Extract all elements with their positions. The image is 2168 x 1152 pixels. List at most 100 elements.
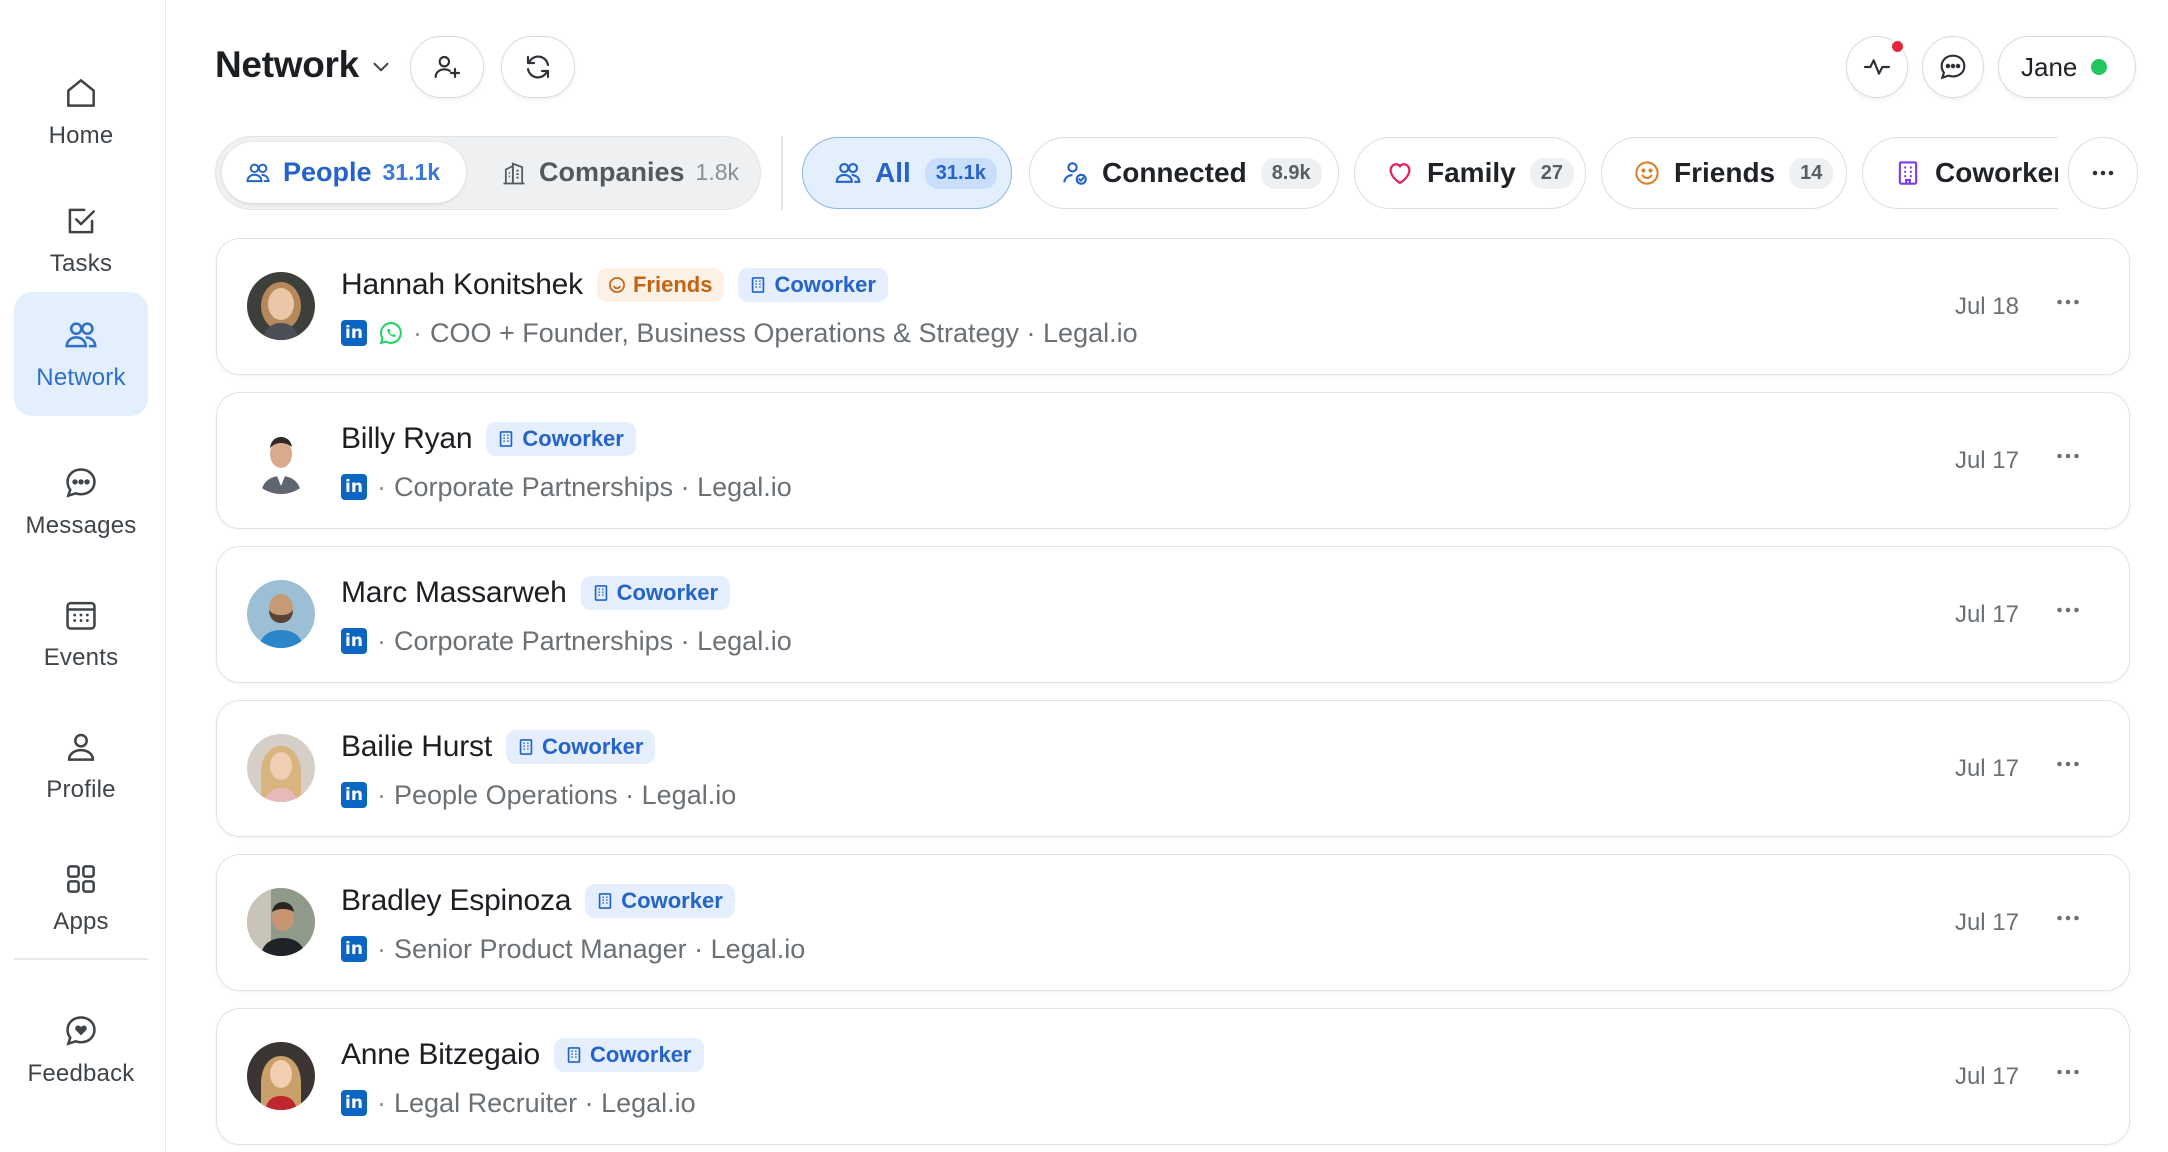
filter-chip-family[interactable]: Family 27 <box>1354 137 1586 209</box>
separator: · <box>413 317 422 348</box>
refresh-icon <box>526 55 550 79</box>
sidebar-item-home[interactable]: Home <box>14 50 148 174</box>
tag-coworker[interactable]: Coworker <box>738 268 888 302</box>
tag-label: Coworker <box>541 734 644 759</box>
people-icon <box>246 163 270 182</box>
avatar[interactable] <box>247 272 315 340</box>
tag-coworker[interactable]: Coworker <box>580 576 731 610</box>
separator: · <box>377 1087 386 1118</box>
contact-subtitle: Senior Product Manager · Legal.io <box>394 933 806 964</box>
contact-date: Jul 17 <box>1954 909 2019 936</box>
tag-friends[interactable]: Friends <box>596 268 725 302</box>
entity-type-toggle: People 31.1k Companies 1.8k <box>215 136 761 210</box>
linkedin-icon[interactable]: in <box>341 782 367 808</box>
more-horizontal-icon[interactable] <box>2051 285 2085 319</box>
filter-chip-friends[interactable]: Friends 14 <box>1601 137 1847 209</box>
sidebar-item-apps[interactable]: Apps <box>14 836 148 960</box>
tag-coworker[interactable]: Coworker <box>486 422 636 456</box>
home-icon <box>67 79 95 107</box>
filter-chip-connected[interactable]: Connected 8.9k <box>1029 137 1339 209</box>
activity-button[interactable] <box>1846 36 1908 98</box>
linkedin-icon[interactable]: in <box>341 1090 367 1116</box>
avatar[interactable] <box>247 734 315 802</box>
tag-coworker[interactable]: Coworker <box>505 730 656 764</box>
office-building-icon <box>599 893 612 909</box>
table-row[interactable]: Marc Massarweh Coworker in · Corporate P… <box>216 546 2130 683</box>
sidebar-item-profile[interactable]: Profile <box>14 704 148 828</box>
contact-name[interactable]: Hannah Konitshek <box>341 268 583 302</box>
office-building-icon <box>500 431 513 447</box>
sidebar-divider <box>14 958 148 960</box>
sidebar-item-messages[interactable]: Messages <box>14 440 148 564</box>
chevron-down-icon[interactable] <box>368 54 394 80</box>
table-row[interactable]: Anne Bitzegaio Coworker in · Legal Recru… <box>216 1008 2130 1145</box>
page-title[interactable]: Network <box>215 44 359 86</box>
avatar[interactable] <box>247 580 315 648</box>
more-horizontal-icon <box>2092 170 2114 176</box>
tag-label: Coworker <box>522 426 624 451</box>
filter-chip-all[interactable]: All 31.1k <box>802 137 1012 209</box>
filter-label: Friends <box>1674 157 1776 188</box>
filter-label: All <box>875 157 911 188</box>
add-person-button[interactable] <box>410 36 484 98</box>
segment-count: 1.8k <box>695 159 740 185</box>
sidebar-item-label: Tasks <box>49 250 113 277</box>
user-name: Jane <box>2021 51 2078 82</box>
filter-chip-coworker[interactable]: Coworker <box>1862 137 2058 209</box>
filter-count: 8.9k <box>1260 157 1322 189</box>
sidebar-item-label: Events <box>43 644 119 671</box>
tag-label: Coworker <box>590 1042 692 1067</box>
table-row[interactable]: Billy Ryan Coworker in · Corporate Partn… <box>216 392 2130 529</box>
calendar-icon <box>66 601 96 630</box>
sidebar-item-tasks[interactable]: Tasks <box>14 178 148 302</box>
avatar[interactable] <box>247 426 315 494</box>
tag-coworker[interactable]: Coworker <box>554 1038 704 1072</box>
more-horizontal-icon[interactable] <box>2051 1055 2085 1089</box>
linkedin-icon[interactable]: in <box>341 474 367 500</box>
online-status-dot <box>2091 59 2108 75</box>
office-building-icon <box>1898 161 1918 185</box>
apps-icon <box>67 865 95 893</box>
filter-count: 31.1k <box>924 157 997 189</box>
chat-button[interactable] <box>1922 36 1984 98</box>
contact-name[interactable]: Billy Ryan <box>341 422 473 456</box>
sidebar-item-network[interactable]: Network <box>14 292 148 416</box>
office-building-icon <box>519 739 533 755</box>
linkedin-icon[interactable]: in <box>341 320 367 346</box>
add-person-icon <box>434 55 461 79</box>
contact-name[interactable]: Anne Bitzegaio <box>341 1038 540 1072</box>
sidebar-item-events[interactable]: Events <box>14 572 148 696</box>
more-horizontal-icon[interactable] <box>2051 747 2085 781</box>
segment-companies[interactable]: Companies 1.8k <box>478 142 761 203</box>
refresh-button[interactable] <box>501 36 575 98</box>
more-horizontal-icon[interactable] <box>2051 593 2085 627</box>
notification-dot <box>1890 39 1905 54</box>
more-filters-button[interactable] <box>2068 137 2138 209</box>
contact-name[interactable]: Bradley Espinoza <box>341 884 571 918</box>
avatar[interactable] <box>247 888 315 956</box>
sidebar: Home Tasks Network Messages Events Profi… <box>0 0 166 1152</box>
sidebar-item-feedback[interactable]: Feedback <box>14 988 148 1112</box>
office-building-icon <box>567 1047 581 1063</box>
office-building-icon <box>752 277 765 293</box>
linkedin-icon[interactable]: in <box>341 936 367 962</box>
tag-coworker[interactable]: Coworker <box>585 884 735 918</box>
table-row[interactable]: Hannah Konitshek Friends Coworker in · C… <box>216 238 2130 375</box>
segment-people[interactable]: People 31.1k <box>222 142 466 203</box>
separator: · <box>377 625 386 656</box>
table-row[interactable]: Bradley Espinoza Coworker in · Senior Pr… <box>216 854 2130 991</box>
linkedin-icon[interactable]: in <box>341 628 367 654</box>
contact-date: Jul 17 <box>1954 601 2019 628</box>
contact-name[interactable]: Marc Massarweh <box>341 576 567 610</box>
user-menu-button[interactable]: Jane <box>1998 36 2136 98</box>
sidebar-item-label: Home <box>48 122 114 149</box>
more-horizontal-icon[interactable] <box>2051 901 2085 935</box>
more-horizontal-icon[interactable] <box>2051 439 2085 473</box>
avatar[interactable] <box>247 1042 315 1110</box>
tasks-icon <box>68 208 95 234</box>
table-row[interactable]: Bailie Hurst Coworker in · People Operat… <box>216 700 2130 837</box>
separator: · <box>377 471 386 502</box>
whatsapp-icon[interactable] <box>377 319 405 347</box>
feedback-icon <box>66 1016 96 1046</box>
contact-name[interactable]: Bailie Hurst <box>341 730 492 764</box>
